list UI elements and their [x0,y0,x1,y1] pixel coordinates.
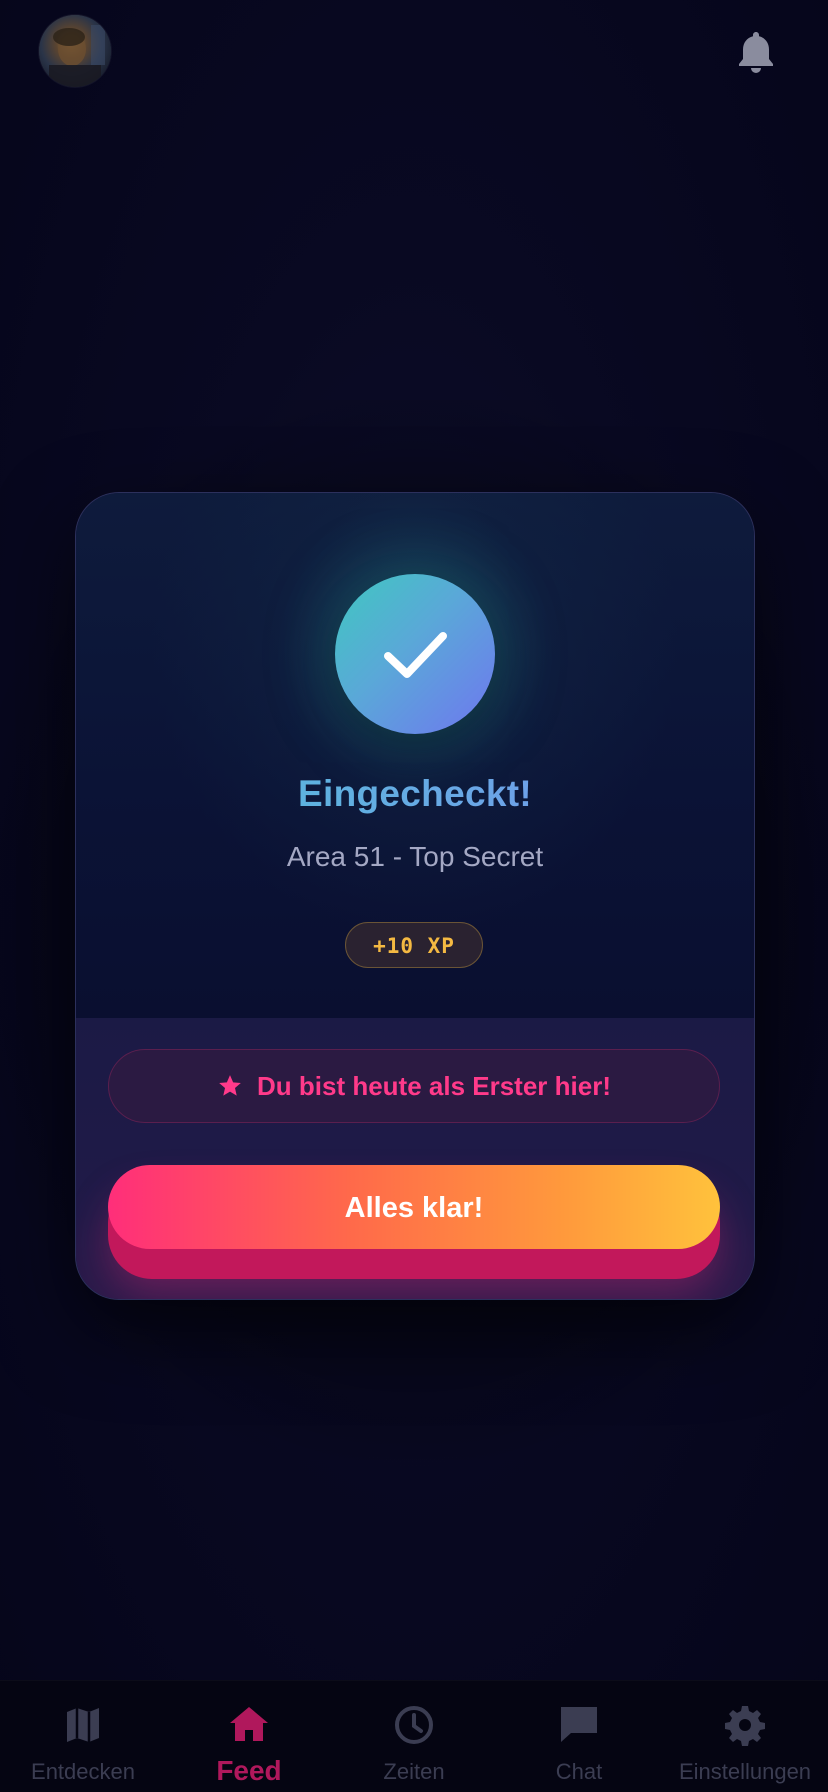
nav-label-chat: Chat [555,1759,603,1784]
checkin-screen: Eingecheckt! Area 51 - Top Secret +10 XP… [0,0,828,1792]
xp-badge: +10 XP [345,922,483,968]
first-visitor-banner: Du bist heute als Erster hier! [108,1049,720,1123]
bottom-navigation: Entdecken Feed Zeiten Chat Einstellungen [0,1680,828,1792]
chat-icon [561,1707,597,1742]
star-icon [219,1075,241,1096]
first-visitor-text: Du bist heute als Erster hier! [257,1070,611,1101]
gear-icon [725,1706,765,1746]
confirm-button[interactable]: Alles klar! [108,1165,720,1249]
map-icon [67,1708,99,1742]
modal-title: Eingecheckt! [76,773,754,815]
checkmark-icon [335,574,495,734]
nav-item-chat[interactable]: Chat [496,1681,662,1792]
checkin-location: Area 51 - Top Secret [286,841,544,872]
avatar-image [39,15,111,87]
nav-label-einstellungen: Einstellungen [678,1759,812,1784]
nav-item-entdecken[interactable]: Entdecken [0,1681,166,1792]
clock-icon [395,1706,433,1744]
checkin-modal: Eingecheckt! Area 51 - Top Secret +10 XP… [75,492,755,1300]
nav-item-zeiten[interactable]: Zeiten [332,1681,496,1792]
user-avatar[interactable] [39,15,111,87]
nav-label-zeiten: Zeiten [383,1759,445,1784]
home-icon [230,1707,268,1741]
nav-item-einstellungen[interactable]: Einstellungen [662,1681,828,1792]
nav-label-entdecken: Entdecken [31,1759,135,1784]
nav-item-feed[interactable]: Feed [166,1681,332,1792]
nav-label-feed: Feed [216,1755,282,1786]
bell-icon[interactable] [736,30,776,74]
